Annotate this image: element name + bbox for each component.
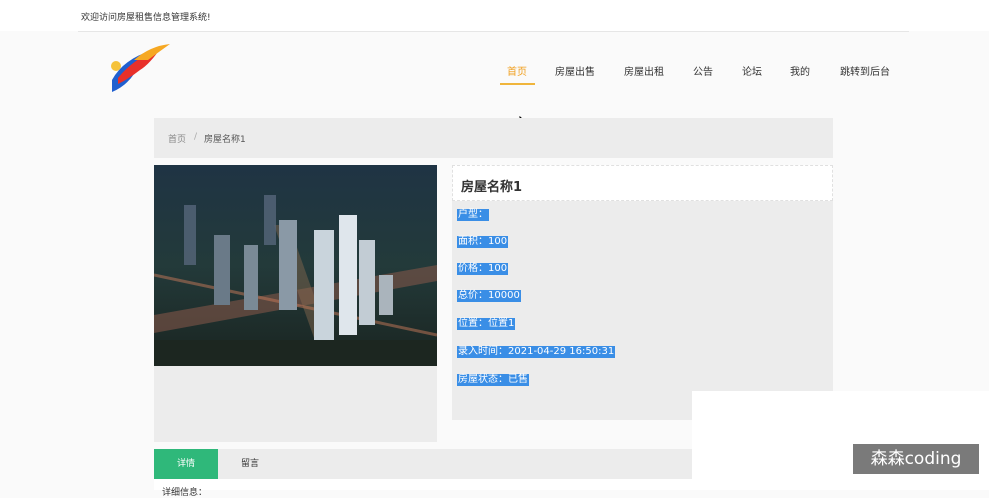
house-title: 房屋名称1 [461,180,523,195]
house-title-box: 房屋名称1 [452,165,833,201]
field-house-type: 户型： [457,209,489,221]
nav-admin[interactable]: 跳转到后台 [840,64,890,82]
main-nav: 首页 房屋出售 房屋出租 公告 论坛 我的 跳转到后台 [0,64,989,94]
nav-house-rent[interactable]: 房屋出租 [624,64,664,82]
field-status: 房屋状态：已售 [457,374,529,386]
field-entry-time: 录入时间：2021-04-29 16:50:31 [457,346,616,358]
field-total-price: 总价：10000 [457,290,521,302]
nav-mine[interactable]: 我的 [790,64,810,82]
field-price: 价格：100 [457,263,509,275]
nav-active-indicator [500,83,535,85]
overlay-patch [692,391,989,490]
tab-detail[interactable]: 详情 [154,449,218,479]
field-area: 面积：100 [457,236,509,248]
house-photo [154,165,437,366]
breadcrumb-separator: / [194,132,198,142]
top-bar: 欢迎访问房屋租售信息管理系统! [0,0,989,31]
watermark: 森森coding [853,444,979,474]
nav-house-sale[interactable]: 房屋出售 [555,64,595,82]
nav-forum[interactable]: 论坛 [742,64,762,82]
breadcrumb-current: 房屋名称1 [204,135,246,145]
detail-label: 详细信息： [162,488,208,498]
field-location: 位置：位置1 [457,318,516,330]
nav-announcement[interactable]: 公告 [693,64,713,82]
breadcrumb-home[interactable]: 首页 [168,132,186,145]
welcome-text: 欢迎访问房屋租售信息管理系统! [81,13,211,23]
nav-home[interactable]: 首页 [507,64,527,82]
breadcrumb: 首页 / 房屋名称1 [154,118,833,158]
house-info-panel: 户型： 面积：100 价格：100 总价：10000 位置：位置1 录入时间：2… [452,201,833,420]
tab-comment[interactable]: 留言 [218,449,282,479]
